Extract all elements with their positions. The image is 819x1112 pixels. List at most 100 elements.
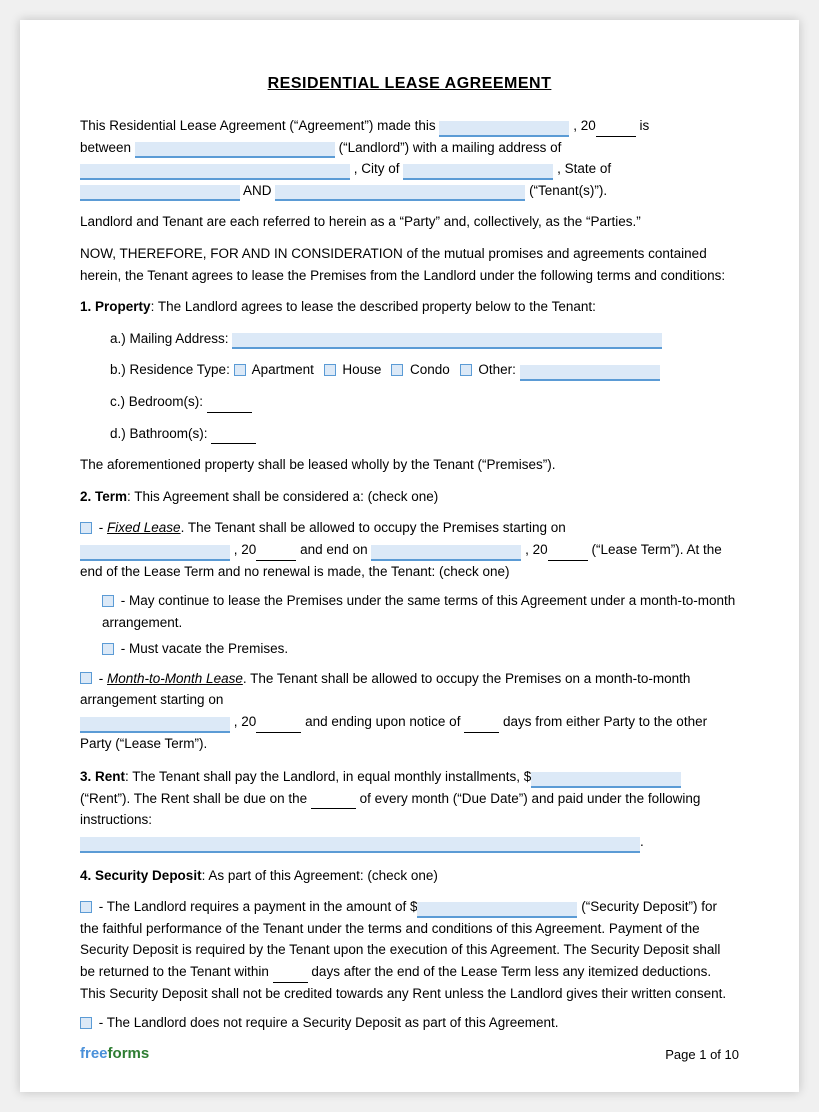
opt2-checkbox[interactable]	[102, 643, 114, 655]
month-lease-label: Month-to-Month Lease	[107, 671, 243, 686]
section2-text: : This Agreement shall be considered a: …	[127, 489, 438, 504]
fixed-year1: , 20	[234, 542, 257, 557]
fixed-lease-checkbox[interactable]	[80, 522, 92, 534]
lease-start-year-field[interactable]	[256, 545, 296, 561]
page-title: RESIDENTIAL LEASE AGREEMENT	[80, 75, 739, 93]
mailing-address-property-field[interactable]	[232, 333, 662, 349]
intro-line1-pre: This Residential Lease Agreement (“Agree…	[80, 118, 436, 133]
section1-c-label: c.) Bedroom(s):	[110, 394, 203, 409]
lease-start-field[interactable]	[80, 545, 230, 561]
payment-instructions-field[interactable]	[80, 837, 640, 853]
lease-end-year-field[interactable]	[548, 545, 588, 561]
house-label: House	[342, 362, 381, 377]
intro-paragraph: This Residential Lease Agreement (“Agree…	[80, 115, 739, 201]
security-deposit-checkbox[interactable]	[80, 901, 92, 913]
section1-b-label: b.) Residence Type:	[110, 362, 230, 377]
section2-number: 2.	[80, 489, 91, 504]
opt2-row: - Must vacate the Premises.	[102, 638, 739, 660]
fixed-pre: -	[99, 520, 107, 535]
intro-state-label: , State of	[557, 161, 611, 176]
year-field[interactable]	[596, 121, 636, 137]
intro-and: AND	[243, 183, 272, 198]
page-number: Page 1 of 10	[665, 1047, 739, 1062]
month-year: , 20	[234, 714, 257, 729]
security-deposit-amount-field[interactable]	[417, 902, 577, 918]
section1-d: d.) Bathroom(s):	[110, 423, 739, 445]
section4-opt2: - The Landlord does not require a Securi…	[80, 1012, 739, 1034]
condo-label: Condo	[410, 362, 450, 377]
fixed-text3: and end on	[300, 542, 368, 557]
section3-title: Rent	[95, 769, 125, 784]
section1-a-label: a.) Mailing Address:	[110, 331, 229, 346]
bathrooms-field[interactable]	[211, 428, 256, 444]
section1-text: : The Landlord agrees to lease the descr…	[151, 299, 596, 314]
section4-opt2-text: - The Landlord does not require a Securi…	[99, 1015, 559, 1030]
month-text3: and ending upon notice of	[305, 714, 460, 729]
landlord-name-field[interactable]	[135, 142, 335, 158]
house-checkbox[interactable]	[324, 364, 336, 376]
section1-title: Property	[95, 299, 151, 314]
section2-title: Term	[95, 489, 127, 504]
opt2-text: - Must vacate the Premises.	[121, 641, 288, 656]
city-field[interactable]	[403, 164, 553, 180]
opt1-row: - May continue to lease the Premises und…	[102, 590, 739, 633]
state-field[interactable]	[80, 185, 240, 201]
month-lease-row: - Month-to-Month Lease. The Tenant shall…	[80, 668, 739, 754]
fixed-lease-row: - Fixed Lease. The Tenant shall be allow…	[80, 517, 739, 582]
tenant-name-field[interactable]	[275, 185, 525, 201]
section1-closing: The aforementioned property shall be lea…	[80, 454, 739, 476]
bedrooms-field[interactable]	[207, 397, 252, 413]
logo-forms: forms	[108, 1045, 150, 1062]
parties-paragraph: Landlord and Tenant are each referred to…	[80, 211, 739, 233]
condo-checkbox[interactable]	[391, 364, 403, 376]
notice-days-field[interactable]	[464, 717, 499, 733]
date-field[interactable]	[439, 121, 569, 137]
page-footer: freeforms Page 1 of 10	[80, 1045, 739, 1062]
consideration-paragraph: NOW, THEREFORE, FOR AND IN CONSIDERATION…	[80, 243, 739, 286]
opt1-checkbox[interactable]	[102, 595, 114, 607]
section4-opt1-pre: - The Landlord requires a payment in the…	[99, 899, 418, 914]
other-label: Other:	[478, 362, 516, 377]
fixed-lease-label: Fixed Lease	[107, 520, 181, 535]
section4-title: Security Deposit	[95, 868, 202, 883]
apartment-checkbox[interactable]	[234, 364, 246, 376]
freeforms-logo: freeforms	[80, 1045, 149, 1062]
intro-line1-post: is	[640, 118, 650, 133]
section4-header: 4. Security Deposit: As part of this Agr…	[80, 865, 739, 887]
rent-amount-field[interactable]	[531, 772, 681, 788]
no-security-deposit-checkbox[interactable]	[80, 1017, 92, 1029]
intro-city-label: , City of	[354, 161, 400, 176]
section3-text1: : The Tenant shall pay the Landlord, in …	[125, 769, 531, 784]
section1-d-label: d.) Bathroom(s):	[110, 426, 208, 441]
mailing-address-field[interactable]	[80, 164, 350, 180]
security-return-days-field[interactable]	[273, 967, 308, 983]
intro-year-pre: , 20	[573, 118, 596, 133]
section2-header: 2. Term: This Agreement shall be conside…	[80, 486, 739, 508]
month-start-field[interactable]	[80, 717, 230, 733]
section3-header: 3. Rent: The Tenant shall pay the Landlo…	[80, 766, 739, 852]
lease-end-field[interactable]	[371, 545, 521, 561]
section4-text: : As part of this Agreement: (check one)	[202, 868, 438, 883]
other-checkbox[interactable]	[460, 364, 472, 376]
section3-number: 3.	[80, 769, 91, 784]
month-lease-checkbox[interactable]	[80, 672, 92, 684]
month-year-field[interactable]	[256, 717, 301, 733]
opt1-text: - May continue to lease the Premises und…	[102, 593, 735, 630]
section3-dot: .	[640, 834, 644, 849]
fixed-text1: . The Tenant shall be allowed to occupy …	[181, 520, 566, 535]
section3-text2: (“Rent”). The Rent shall be due on the	[80, 791, 307, 806]
intro-between: between	[80, 140, 131, 155]
section1-number: 1.	[80, 299, 91, 314]
fixed-year2: , 20	[525, 542, 548, 557]
month-pre: -	[99, 671, 107, 686]
logo-free: free	[80, 1045, 108, 1062]
section1-b: b.) Residence Type: Apartment House Cond…	[110, 359, 739, 381]
section4-opt1: - The Landlord requires a payment in the…	[80, 896, 739, 1004]
page: RESIDENTIAL LEASE AGREEMENT This Residen…	[20, 20, 799, 1092]
apartment-label: Apartment	[252, 362, 314, 377]
section1-c: c.) Bedroom(s):	[110, 391, 739, 413]
other-type-field[interactable]	[520, 365, 660, 381]
due-date-field[interactable]	[311, 793, 356, 809]
section1-a: a.) Mailing Address:	[110, 328, 739, 350]
section1-header: 1. Property: The Landlord agrees to leas…	[80, 296, 739, 318]
